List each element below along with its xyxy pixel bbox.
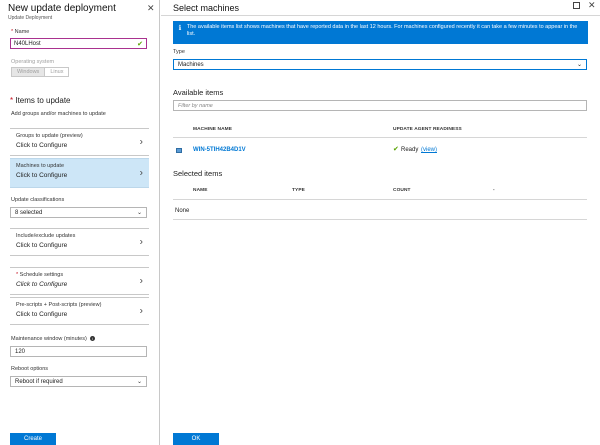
computer-icon — [176, 148, 182, 153]
groups-value: Click to Configure — [16, 142, 68, 149]
maintenance-window-input[interactable]: 120 — [10, 346, 147, 357]
selected-items-heading: Selected items — [173, 169, 223, 178]
header-divider — [161, 15, 600, 16]
column-header-agent-readiness: UPDATE AGENT READINESS — [393, 127, 462, 132]
readiness-status: Ready — [401, 147, 419, 153]
table-divider — [173, 137, 587, 138]
chevron-right-icon: › — [139, 167, 143, 179]
close-icon[interactable]: ✕ — [147, 3, 155, 14]
info-banner: ℹ The available items list shows machine… — [173, 21, 588, 44]
table-divider — [173, 199, 587, 200]
column-header-name: NAME — [193, 188, 208, 193]
name-input[interactable]: N40LHost ✔ — [10, 38, 147, 49]
chevron-down-icon: ⌄ — [136, 379, 142, 385]
groups-to-update-button[interactable]: Groups to update (preview) Click to Conf… — [10, 128, 149, 156]
info-banner-text: The available items list shows machines … — [186, 24, 578, 37]
required-mark: * — [16, 272, 19, 278]
maintenance-window-label: Maintenance window (minutes) i — [11, 336, 96, 342]
machines-to-update-button[interactable]: Machines to update Click to Configure › — [10, 158, 149, 188]
column-header-remove: - — [493, 188, 495, 193]
ok-button[interactable]: OK — [173, 433, 219, 445]
table-divider — [173, 219, 587, 220]
machines-value: Click to Configure — [16, 172, 68, 179]
info-icon: i — [90, 336, 96, 342]
column-header-count: COUNT — [393, 188, 411, 193]
maintenance-label-text: Maintenance window (minutes) — [11, 336, 87, 342]
pre-post-scripts-button[interactable]: Pre-scripts + Post-scripts (preview) Cli… — [10, 297, 149, 325]
classifications-label: Update classifications — [11, 197, 65, 203]
scripts-value: Click to Configure — [16, 311, 68, 318]
os-toggle: Windows Linux — [11, 67, 70, 77]
reboot-value: Reboot if required — [15, 378, 63, 385]
chevron-down-icon: ⌄ — [576, 62, 582, 68]
blade-title: Select machines — [173, 3, 240, 13]
schedule-settings-button[interactable]: * Schedule settings Click to Configure › — [10, 267, 149, 295]
machines-title: Machines to update — [16, 163, 65, 169]
required-mark: * — [10, 96, 14, 105]
create-button[interactable]: Create — [10, 433, 56, 445]
info-icon: ℹ — [178, 25, 182, 32]
name-label: * Name — [11, 29, 29, 35]
available-items-heading: Available items — [173, 88, 224, 97]
filter-by-name-input[interactable]: Filter by name — [173, 100, 587, 111]
valid-check-icon: ✔ — [137, 41, 143, 48]
reboot-options-label: Reboot options — [11, 366, 48, 372]
machine-name-link[interactable]: WIN-5TIH42B4D1V — [193, 147, 246, 153]
classifications-select[interactable]: 8 selected ⌄ — [10, 207, 147, 218]
chevron-right-icon: › — [139, 305, 143, 317]
blade-title: New update deployment — [8, 3, 116, 14]
view-link[interactable]: (view) — [421, 147, 437, 153]
os-label: Operating system — [11, 59, 55, 65]
type-value: Machines — [178, 61, 204, 68]
column-header-type: TYPE — [292, 188, 305, 193]
column-header-machine-name: MACHINE NAME — [193, 127, 233, 132]
include-exclude-updates-button[interactable]: Include/exclude updates Click to Configu… — [10, 228, 149, 256]
name-input-value: N40LHost — [14, 40, 41, 47]
items-to-update-heading: * Items to update — [10, 96, 71, 105]
new-update-deployment-blade: New update deployment Update Deployment … — [0, 0, 160, 445]
name-label-text: Name — [14, 29, 30, 35]
items-to-update-title: Items to update — [15, 96, 71, 105]
close-icon[interactable]: ✕ — [588, 0, 596, 11]
empty-selection-text: None — [175, 208, 190, 214]
schedule-title: * Schedule settings — [16, 272, 143, 278]
blade-subtitle: Update Deployment — [8, 15, 53, 21]
chevron-right-icon: › — [139, 136, 143, 148]
maximize-icon[interactable] — [573, 2, 580, 9]
classifications-value: 8 selected — [15, 209, 43, 216]
groups-title: Groups to update (preview) — [16, 133, 83, 139]
items-to-update-description: Add groups and/or machines to update — [11, 111, 106, 117]
chevron-down-icon: ⌄ — [136, 210, 142, 216]
reboot-options-select[interactable]: Reboot if required ⌄ — [10, 376, 147, 387]
os-option-windows[interactable]: Windows — [12, 68, 46, 76]
schedule-value: Click to Configure — [16, 281, 68, 288]
schedule-title-text: Schedule settings — [19, 272, 64, 278]
scripts-title: Pre-scripts + Post-scripts (preview) — [16, 302, 102, 308]
required-mark: * — [11, 29, 14, 35]
chevron-right-icon: › — [139, 275, 143, 287]
type-select[interactable]: Machines ⌄ — [173, 59, 587, 70]
include-exclude-value: Click to Configure — [16, 242, 68, 249]
check-icon: ✔ — [393, 146, 399, 153]
select-machines-blade: Select machines ✕ ℹ The available items … — [161, 0, 600, 445]
chevron-right-icon: › — [139, 236, 143, 248]
include-exclude-title: Include/exclude updates — [16, 233, 76, 239]
os-option-linux[interactable]: Linux — [45, 68, 68, 76]
type-label: Type — [173, 49, 185, 55]
maintenance-value: 120 — [15, 348, 26, 355]
